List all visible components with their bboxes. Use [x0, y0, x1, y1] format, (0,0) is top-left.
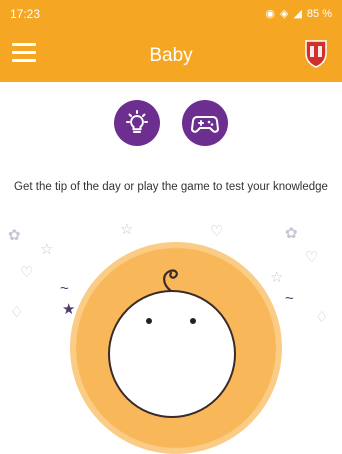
page-title: Baby [149, 45, 193, 66]
heart-icon: ♡ [20, 264, 34, 281]
rattle-icon: ✿ [285, 225, 298, 242]
status-time: 17:23 [10, 7, 41, 21]
hair-curl-icon [163, 269, 178, 292]
heart-icon: ♡ [305, 249, 319, 266]
tip-of-the-day-button[interactable] [114, 100, 160, 146]
baby-face [108, 290, 236, 418]
status-bar: 17:23 ◉ ◈ ◢ 85 % [0, 0, 342, 30]
star-icon: ☆ [270, 269, 284, 286]
action-row [0, 100, 342, 146]
wave-icon: ~ [285, 290, 294, 307]
lightbulb-icon [126, 110, 148, 133]
star-icon: ☆ [40, 241, 54, 258]
heart-icon: ♡ [210, 223, 224, 240]
eye-icon: ◉ [265, 8, 275, 20]
prompt-text: Get the tip of the day or play the game … [14, 181, 328, 193]
app-bar: Baby [0, 30, 342, 82]
play-game-button[interactable] [182, 100, 228, 146]
baby-eye [190, 318, 196, 324]
wave-icon: ~ [60, 280, 69, 297]
star-icon: ★ [62, 301, 76, 318]
bottle-icon: ♢ [10, 304, 24, 321]
battery-text: 85 % [306, 7, 332, 20]
shield-icon[interactable] [304, 38, 328, 68]
status-icons: ◉ ◈ ◢ 85 % [265, 7, 332, 21]
wifi-icon: ◈ [279, 8, 289, 20]
star-icon: ☆ [120, 221, 134, 238]
baby-eye [146, 318, 152, 324]
bottle-icon: ♢ [315, 309, 329, 326]
signal-icon: ◢ [293, 8, 302, 20]
rattle-icon: ✿ [8, 227, 21, 244]
gamepad-icon [191, 116, 219, 133]
